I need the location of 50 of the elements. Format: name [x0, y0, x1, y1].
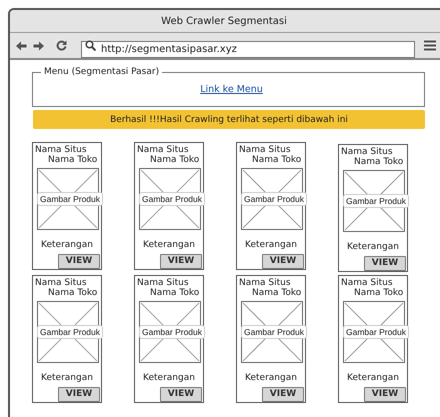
- site-name: Nama Situs: [137, 145, 190, 155]
- view-button[interactable]: VIEW: [160, 254, 202, 269]
- store-name: Nama Toko: [48, 155, 98, 165]
- site-name: Nama Situs: [137, 278, 190, 288]
- view-button[interactable]: VIEW: [58, 254, 100, 269]
- image-label: Gambar Produk: [37, 192, 103, 206]
- description-text: Keterangan: [142, 240, 196, 250]
- back-icon[interactable]: [15, 40, 27, 50]
- description-text: Keterangan: [244, 372, 298, 383]
- store-name: Nama Toko: [252, 288, 302, 298]
- window-title: Web Crawler Segmentasi: [161, 16, 287, 26]
- image-label: Gambar Produk: [241, 192, 307, 206]
- store-name: Nama Toko: [354, 157, 404, 167]
- store-name: Nama Toko: [150, 155, 200, 165]
- view-button[interactable]: VIEW: [262, 254, 304, 269]
- description-text: Keterangan: [142, 372, 196, 383]
- image-label: Gambar Produk: [343, 194, 409, 208]
- banner-text: Berhasil !!!Hasil Crawling terlihat seperti dibawah ini: [110, 114, 348, 124]
- reload-icon[interactable]: [56, 40, 67, 51]
- image-label: Gambar Produk: [37, 325, 103, 339]
- site-name: Nama Situs: [239, 145, 292, 155]
- description-text: Keterangan: [40, 372, 94, 383]
- site-name: Nama Situs: [239, 278, 292, 288]
- image-label: Gambar Produk: [343, 325, 409, 339]
- view-button[interactable]: VIEW: [262, 386, 304, 402]
- image-label: Gambar Produk: [241, 325, 307, 339]
- group-legend: Menu (Segmentasi Pasar): [41, 66, 162, 78]
- store-name: Nama Toko: [354, 288, 404, 298]
- store-name: Nama Toko: [150, 288, 200, 298]
- address-field[interactable]: http://segmentasipasar.xyz: [81, 41, 415, 58]
- forward-icon[interactable]: [33, 40, 45, 50]
- view-button[interactable]: VIEW: [364, 256, 406, 271]
- description-text: Keterangan: [346, 372, 400, 383]
- view-button[interactable]: VIEW: [160, 386, 202, 402]
- image-label: Gambar Produk: [139, 325, 205, 339]
- view-button[interactable]: VIEW: [364, 386, 406, 402]
- image-label: Gambar Produk: [139, 192, 205, 206]
- search-icon: [85, 40, 96, 51]
- site-name: Nama Situs: [35, 145, 88, 155]
- description-text: Keterangan: [346, 242, 400, 252]
- site-name: Nama Situs: [341, 278, 394, 288]
- menu-icon[interactable]: [424, 40, 436, 51]
- store-name: Nama Toko: [252, 155, 302, 165]
- site-name: Nama Situs: [341, 147, 394, 157]
- store-name: Nama Toko: [48, 288, 98, 298]
- menu-link[interactable]: Link ke Menu: [200, 84, 263, 95]
- description-text: Keterangan: [40, 240, 94, 250]
- site-name: Nama Situs: [35, 278, 88, 288]
- view-button[interactable]: VIEW: [58, 386, 100, 402]
- description-text: Keterangan: [244, 240, 298, 250]
